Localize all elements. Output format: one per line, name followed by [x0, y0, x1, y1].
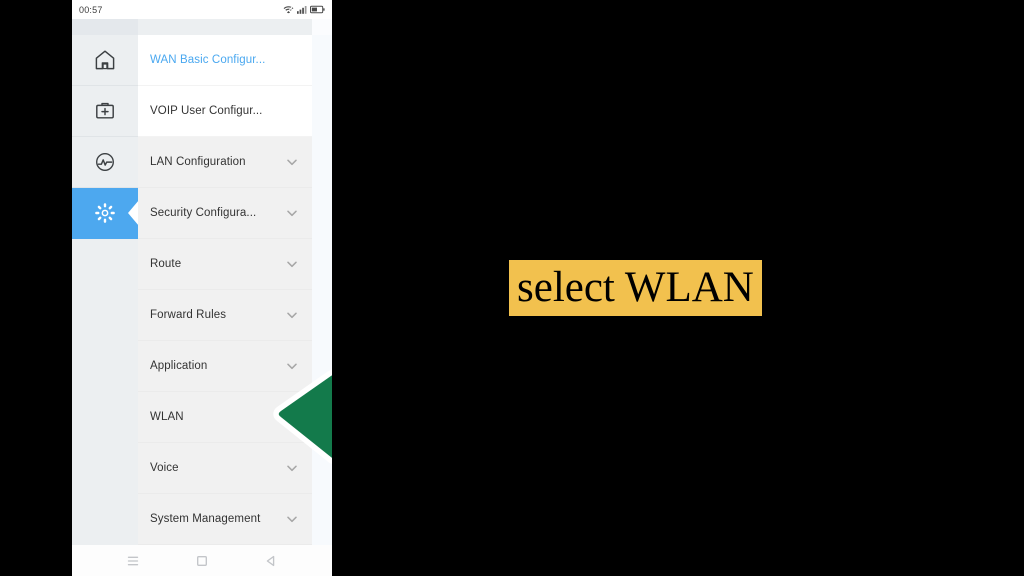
app-header-strip — [72, 19, 332, 35]
menu-item-label: Security Configura... — [150, 207, 257, 219]
menu-item-label: WAN Basic Configur... — [150, 54, 266, 66]
screenshot-root: 00:57 WAN Basic Configur... VOIP User Co… — [0, 0, 1024, 576]
home-icon — [95, 50, 115, 70]
menu-item-label: Route — [150, 258, 182, 270]
battery-icon — [310, 5, 325, 14]
menu-item-wan-basic-configuration[interactable]: WAN Basic Configur... — [138, 35, 312, 86]
menu-item-label: LAN Configuration — [150, 156, 246, 168]
menu-item-voip-user-configuration[interactable]: VOIP User Configur... — [138, 86, 312, 137]
app-header-right — [312, 19, 332, 35]
recents-icon[interactable] — [126, 554, 140, 568]
caption-select-wlan: select WLAN — [509, 260, 762, 316]
menu-item-security-configuration[interactable]: Security Configura... — [138, 188, 312, 239]
menu-item-wlan[interactable]: WLAN — [138, 392, 312, 443]
chevron-down-icon — [287, 516, 297, 523]
signal-icon — [297, 6, 307, 14]
chevron-down-icon — [287, 414, 297, 421]
menu-item-label: Application — [150, 360, 208, 372]
icon-rail — [72, 35, 139, 545]
wifi-icon — [283, 5, 294, 14]
menu-item-application[interactable]: Application — [138, 341, 312, 392]
sidebar-item-settings[interactable] — [72, 188, 139, 239]
settings-menu-list[interactable]: WAN Basic Configur... VOIP User Configur… — [138, 35, 312, 545]
chevron-down-icon — [287, 210, 297, 217]
chevron-down-icon — [287, 261, 297, 268]
chevron-down-icon — [287, 159, 297, 166]
status-bar: 00:57 — [72, 0, 332, 19]
android-navigation-bar — [72, 545, 332, 576]
home-square-icon[interactable] — [195, 554, 209, 568]
chevron-down-icon — [287, 312, 297, 319]
phone-viewport: 00:57 WAN Basic Configur... VOIP User Co… — [72, 0, 332, 576]
sidebar-item-diagnostics[interactable] — [72, 137, 138, 188]
sidebar-item-home[interactable] — [72, 35, 138, 86]
status-bar-icons — [283, 5, 325, 14]
sidebar-item-maintenance[interactable] — [72, 86, 138, 137]
menu-item-label: WLAN — [150, 411, 184, 423]
app-header-left — [72, 19, 138, 35]
menu-top-block: WAN Basic Configur... VOIP User Configur… — [138, 35, 312, 137]
content-gutter[interactable] — [312, 35, 332, 545]
chevron-down-icon — [287, 465, 297, 472]
menu-item-voice[interactable]: Voice — [138, 443, 312, 494]
gear-icon — [95, 203, 115, 223]
menu-item-label: VOIP User Configur... — [150, 105, 263, 117]
back-triangle-icon[interactable] — [264, 554, 278, 568]
menu-item-lan-configuration[interactable]: LAN Configuration — [138, 137, 312, 188]
menu-item-label: Forward Rules — [150, 309, 227, 321]
chevron-down-icon — [287, 363, 297, 370]
toolkit-icon — [96, 102, 114, 119]
diagnostics-icon — [96, 153, 114, 171]
menu-item-label: System Management — [150, 513, 261, 525]
menu-item-route[interactable]: Route — [138, 239, 312, 290]
menu-item-system-management[interactable]: System Management — [138, 494, 312, 545]
menu-item-forward-rules[interactable]: Forward Rules — [138, 290, 312, 341]
status-bar-time: 00:57 — [79, 4, 103, 15]
menu-item-label: Voice — [150, 462, 179, 474]
